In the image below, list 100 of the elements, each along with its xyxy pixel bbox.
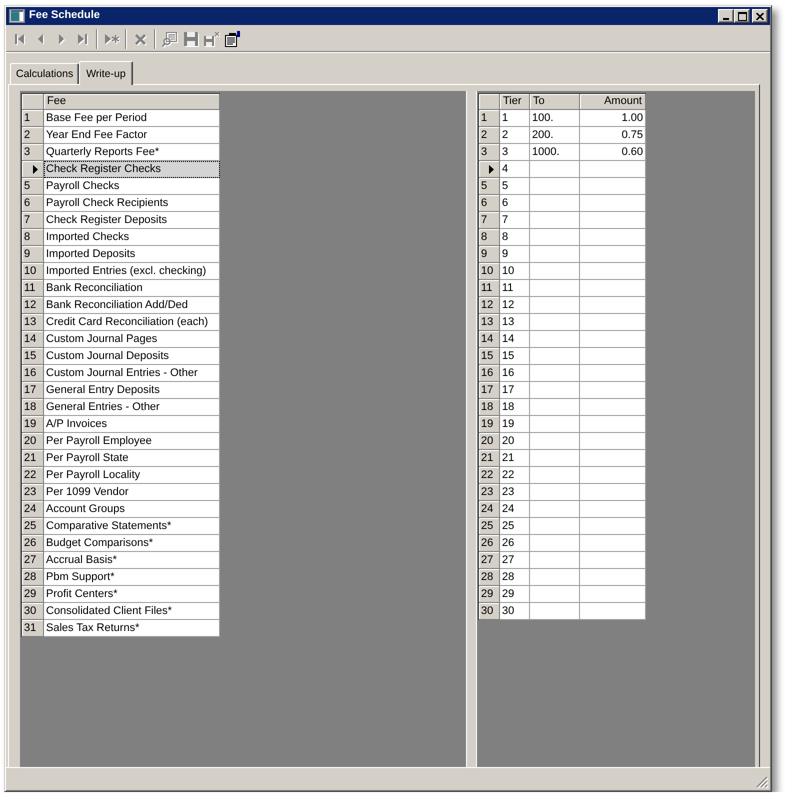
table-cell: 2 xyxy=(500,127,530,144)
table-cell: 1.00 xyxy=(580,110,646,127)
row-header: 13 xyxy=(22,314,44,331)
minimize-icon xyxy=(723,18,729,20)
row-header: 18 xyxy=(479,399,500,416)
row-header: 12 xyxy=(479,297,500,314)
row-header: 22 xyxy=(22,467,44,484)
row-header: 9 xyxy=(22,246,44,263)
row-header: 28 xyxy=(22,569,44,586)
row-header: 16 xyxy=(22,365,44,382)
table-cell: 0.60 xyxy=(580,144,646,161)
column-header: To xyxy=(530,94,580,110)
window-title: Fee Schedule xyxy=(29,9,100,23)
table-cell: Per 1099 Vendor xyxy=(44,484,220,501)
row-header: 21 xyxy=(479,450,500,467)
table-cell: Profit Centers* xyxy=(44,586,220,603)
row-header: 2 xyxy=(479,127,500,144)
row-header: 13 xyxy=(479,314,500,331)
table-cell: Credit Card Reconciliation (each) xyxy=(44,314,220,331)
row-header: 1 xyxy=(22,110,44,127)
row-header: 11 xyxy=(22,280,44,297)
table-cell: 10 xyxy=(500,263,530,280)
column-header: Fee xyxy=(44,94,220,110)
table-cell: 5 xyxy=(500,178,530,195)
table-cell: 100. xyxy=(530,110,580,127)
row-header: 23 xyxy=(22,484,44,501)
table-cell: Per Payroll State xyxy=(44,450,220,467)
table-cell: Base Fee per Period xyxy=(44,110,220,127)
row-header: 9 xyxy=(479,246,500,263)
row-header: 16 xyxy=(479,365,500,382)
close-icon xyxy=(756,12,764,20)
maximize-icon xyxy=(738,12,746,20)
table-cell: Quarterly Reports Fee* xyxy=(44,144,220,161)
minimize-button[interactable] xyxy=(718,9,734,23)
row-header: 22 xyxy=(479,467,500,484)
row-header: 6 xyxy=(22,195,44,212)
table-cell: 14 xyxy=(500,331,530,348)
table-cell: Comparative Statements* xyxy=(44,518,220,535)
table-cell: Payroll Check Recipients xyxy=(44,195,220,212)
tab[interactable]: Write-up xyxy=(79,61,133,85)
table-cell: Custom Journal Deposits xyxy=(44,348,220,365)
table-cell: 12 xyxy=(500,297,530,314)
table-cell: 3 xyxy=(500,144,530,161)
close-button[interactable] xyxy=(752,9,768,23)
row-header: 27 xyxy=(479,552,500,569)
row-pointer-icon xyxy=(489,164,494,174)
column-header: Amount xyxy=(580,94,646,110)
table-cell: Custom Journal Entries - Other xyxy=(44,365,220,382)
table-cell: Check Register Checks xyxy=(44,161,220,178)
row-header: 5 xyxy=(479,178,500,195)
table-cell: 16 xyxy=(500,365,530,382)
table-cell: 22 xyxy=(500,467,530,484)
row-header: 8 xyxy=(22,229,44,246)
maximize-button[interactable] xyxy=(734,9,750,23)
row-header: 24 xyxy=(479,501,500,518)
row-header: 27 xyxy=(22,552,44,569)
resize-grip-icon[interactable] xyxy=(756,776,768,788)
table-cell: 6 xyxy=(500,195,530,212)
table-cell: 30 xyxy=(500,603,530,620)
table-cell: Year End Fee Factor xyxy=(44,127,220,144)
table-cell: 25 xyxy=(500,518,530,535)
table-cell: Sales Tax Returns* xyxy=(44,620,220,637)
tab[interactable]: Calculations xyxy=(10,63,80,84)
row-header: 23 xyxy=(479,484,500,501)
table-cell: 17 xyxy=(500,382,530,399)
row-header: 3 xyxy=(479,144,500,161)
table-cell: 13 xyxy=(500,314,530,331)
row-header: 5 xyxy=(22,178,44,195)
table-cell: Imported Entries (excl. checking) xyxy=(44,263,220,280)
table-cell: 8 xyxy=(500,229,530,246)
row-header: 17 xyxy=(22,382,44,399)
row-header: 25 xyxy=(479,518,500,535)
row-header: 28 xyxy=(479,569,500,586)
table-cell: 15 xyxy=(500,348,530,365)
table-cell: Imported Deposits xyxy=(44,246,220,263)
row-header: 25 xyxy=(22,518,44,535)
row-header: 19 xyxy=(22,416,44,433)
row-header: 14 xyxy=(22,331,44,348)
table-cell: 24 xyxy=(500,501,530,518)
table-cell: General Entries - Other xyxy=(44,399,220,416)
table-cell: General Entry Deposits xyxy=(44,382,220,399)
table-cell: Payroll Checks xyxy=(44,178,220,195)
table-cell: 29 xyxy=(500,586,530,603)
row-header: 21 xyxy=(22,450,44,467)
table-cell: 21 xyxy=(500,450,530,467)
table-cell: Budget Comparisons* xyxy=(44,535,220,552)
row-header: 15 xyxy=(479,348,500,365)
row-header: 8 xyxy=(479,229,500,246)
table-cell: 7 xyxy=(500,212,530,229)
row-header: 18 xyxy=(22,399,44,416)
table-cell: 4 xyxy=(500,161,530,178)
table-cell: 0.75 xyxy=(580,127,646,144)
table-cell: 26 xyxy=(500,535,530,552)
row-header: 29 xyxy=(479,586,500,603)
row-header: 2 xyxy=(22,127,44,144)
row-header: 10 xyxy=(479,263,500,280)
table-cell: Pbm Support* xyxy=(44,569,220,586)
table-cell: A/P Invoices xyxy=(44,416,220,433)
table-cell: 28 xyxy=(500,569,530,586)
table-cell: Custom Journal Pages xyxy=(44,331,220,348)
